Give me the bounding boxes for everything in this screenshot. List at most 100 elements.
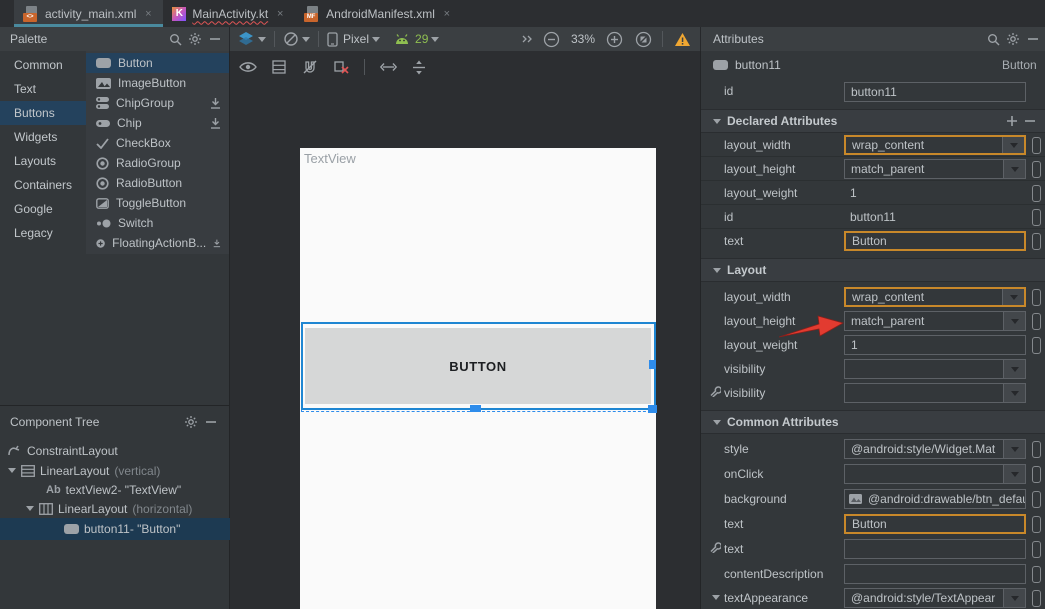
autoconnect-off-magnet-icon[interactable] bbox=[300, 57, 320, 77]
palette-category-layouts[interactable]: Layouts bbox=[0, 149, 86, 173]
resource-picker-icon[interactable] bbox=[1032, 209, 1041, 226]
layout-weight-input[interactable]: 1 bbox=[844, 335, 1026, 355]
search-icon[interactable] bbox=[165, 29, 185, 49]
palette-category-containers[interactable]: Containers bbox=[0, 173, 86, 197]
text-input[interactable]: Button bbox=[844, 231, 1026, 251]
palette-category-text[interactable]: Text bbox=[0, 77, 86, 101]
gear-icon[interactable] bbox=[185, 29, 205, 49]
canvas-button[interactable]: BUTTON bbox=[305, 328, 651, 404]
layout-width-dropdown[interactable]: wrap_content bbox=[844, 135, 1026, 155]
tools-text-input[interactable] bbox=[844, 539, 1026, 559]
tree-node-linearlayout-vertical[interactable]: LinearLayout(vertical) bbox=[0, 461, 237, 480]
palette-item-chip[interactable]: Chip bbox=[86, 113, 229, 133]
palette-category-widgets[interactable]: Widgets bbox=[0, 125, 86, 149]
palette-category-common[interactable]: Common bbox=[0, 53, 86, 77]
api-selector[interactable]: 29 bbox=[394, 32, 439, 46]
palette-item-imagebutton[interactable]: ImageButton bbox=[86, 73, 229, 93]
contentdescription-input[interactable] bbox=[844, 564, 1026, 584]
tree-node-linearlayout-horizontal[interactable]: LinearLayout(horizontal) bbox=[0, 499, 255, 518]
palette-item-radiogroup[interactable]: RadioGroup bbox=[86, 153, 229, 173]
resource-picker-icon[interactable] bbox=[1032, 566, 1041, 583]
design-surface-mode-icon[interactable] bbox=[238, 29, 266, 49]
toolbar-overflow-chevrons-icon[interactable] bbox=[521, 29, 533, 49]
style-dropdown[interactable]: @android:style/Widget.Mat bbox=[844, 439, 1026, 459]
zoom-to-fit-icon[interactable] bbox=[633, 29, 653, 49]
resource-picker-icon[interactable] bbox=[1032, 491, 1041, 508]
textappearance-dropdown[interactable]: @android:style/TextAppear bbox=[844, 588, 1026, 608]
resource-picker-icon[interactable] bbox=[1032, 590, 1041, 607]
zoom-out-icon[interactable] bbox=[542, 29, 562, 49]
warnings-icon[interactable] bbox=[672, 29, 692, 49]
resize-handle-bottom[interactable] bbox=[470, 405, 481, 412]
tab-mainactivity-kt[interactable]: K MainActivity.kt × bbox=[163, 0, 295, 27]
device-screen[interactable]: TextView BUTTON bbox=[300, 148, 656, 609]
palette-item-switch[interactable]: Switch bbox=[86, 213, 229, 233]
tab-androidmanifest-xml[interactable]: MF AndroidManifest.xml × bbox=[295, 0, 462, 27]
resource-picker-icon[interactable] bbox=[1032, 161, 1041, 178]
palette-category-buttons[interactable]: Buttons bbox=[0, 101, 86, 125]
resource-picker-icon[interactable] bbox=[1032, 137, 1041, 154]
download-icon[interactable] bbox=[210, 118, 221, 129]
resource-picker-icon[interactable] bbox=[1032, 466, 1041, 483]
layout-width-dropdown[interactable]: wrap_content bbox=[844, 287, 1026, 307]
tab-activity-main-xml[interactable]: <> activity_main.xml × bbox=[14, 0, 163, 27]
expand-icon[interactable] bbox=[712, 595, 720, 600]
resource-picker-icon[interactable] bbox=[1032, 441, 1041, 458]
distribute-vertical-icon[interactable] bbox=[409, 57, 429, 77]
chevron-expanded-icon[interactable] bbox=[8, 468, 16, 473]
close-tab-icon[interactable]: × bbox=[142, 8, 154, 20]
palette-category-google[interactable]: Google bbox=[0, 197, 86, 221]
hide-panel-icon[interactable] bbox=[205, 29, 225, 49]
resource-picker-icon[interactable] bbox=[1032, 289, 1041, 306]
background-input[interactable]: @android:drawable/btn_defau bbox=[844, 489, 1026, 509]
orientation-icon[interactable] bbox=[283, 29, 310, 49]
remove-attribute-icon[interactable] bbox=[1024, 115, 1036, 127]
checkbox-icon bbox=[96, 138, 109, 149]
palette-item-floatingactionbutton[interactable]: FloatingActionB... bbox=[86, 233, 229, 253]
section-common-attributes[interactable]: Common Attributes bbox=[701, 410, 1045, 434]
resource-picker-icon[interactable] bbox=[1032, 516, 1041, 533]
palette-item-chipgroup[interactable]: ChipGroup bbox=[86, 93, 229, 113]
section-declared-attributes[interactable]: Declared Attributes bbox=[701, 109, 1045, 133]
search-icon[interactable] bbox=[983, 29, 1003, 49]
resource-picker-icon[interactable] bbox=[1032, 313, 1041, 330]
resource-picker-icon[interactable] bbox=[1032, 337, 1041, 354]
hide-panel-icon[interactable] bbox=[1023, 29, 1043, 49]
dropdown-arrow-icon bbox=[1003, 589, 1025, 607]
hide-panel-icon[interactable] bbox=[201, 412, 221, 432]
layout-height-dropdown[interactable]: match_parent bbox=[844, 311, 1026, 331]
clear-constraints-icon[interactable] bbox=[331, 57, 351, 77]
layout-height-dropdown[interactable]: match_parent bbox=[844, 159, 1026, 179]
resize-handle-right[interactable] bbox=[649, 360, 656, 369]
gear-icon[interactable] bbox=[181, 412, 201, 432]
section-layout[interactable]: Layout bbox=[701, 258, 1045, 282]
gear-icon[interactable] bbox=[1003, 29, 1023, 49]
download-icon[interactable] bbox=[213, 238, 221, 249]
resource-picker-icon[interactable] bbox=[1032, 185, 1041, 202]
resource-picker-icon[interactable] bbox=[1032, 233, 1041, 250]
add-attribute-icon[interactable] bbox=[1006, 115, 1018, 127]
chevron-expanded-icon[interactable] bbox=[26, 506, 34, 511]
palette-item-button[interactable]: Button bbox=[86, 53, 229, 73]
id-input[interactable]: button11 bbox=[844, 82, 1026, 102]
layout-variants-icon[interactable] bbox=[269, 57, 289, 77]
palette-category-legacy[interactable]: Legacy bbox=[0, 221, 86, 245]
tools-visibility-dropdown[interactable] bbox=[844, 383, 1026, 403]
close-tab-icon[interactable]: × bbox=[441, 8, 453, 20]
close-tab-icon[interactable]: × bbox=[274, 8, 286, 20]
palette-item-radiobutton[interactable]: RadioButton bbox=[86, 173, 229, 193]
resize-handle-bottom-right[interactable] bbox=[648, 405, 657, 413]
palette-item-togglebutton[interactable]: ToggleButton bbox=[86, 193, 229, 213]
text-input[interactable]: Button bbox=[844, 514, 1026, 534]
orientation-horizontal-arrows-icon[interactable] bbox=[378, 57, 398, 77]
palette-item-checkbox[interactable]: CheckBox bbox=[86, 133, 229, 153]
visibility-dropdown[interactable] bbox=[844, 359, 1026, 379]
view-options-eye-icon[interactable] bbox=[238, 57, 258, 77]
onclick-dropdown[interactable] bbox=[844, 464, 1026, 484]
zoom-in-icon[interactable] bbox=[604, 29, 624, 49]
resource-picker-icon[interactable] bbox=[1032, 541, 1041, 558]
tree-node-constraintlayout[interactable]: ConstraintLayout bbox=[0, 441, 237, 460]
device-selector[interactable]: Pixel bbox=[343, 32, 369, 46]
canvas-textview[interactable]: TextView bbox=[304, 151, 356, 166]
download-icon[interactable] bbox=[210, 98, 221, 109]
